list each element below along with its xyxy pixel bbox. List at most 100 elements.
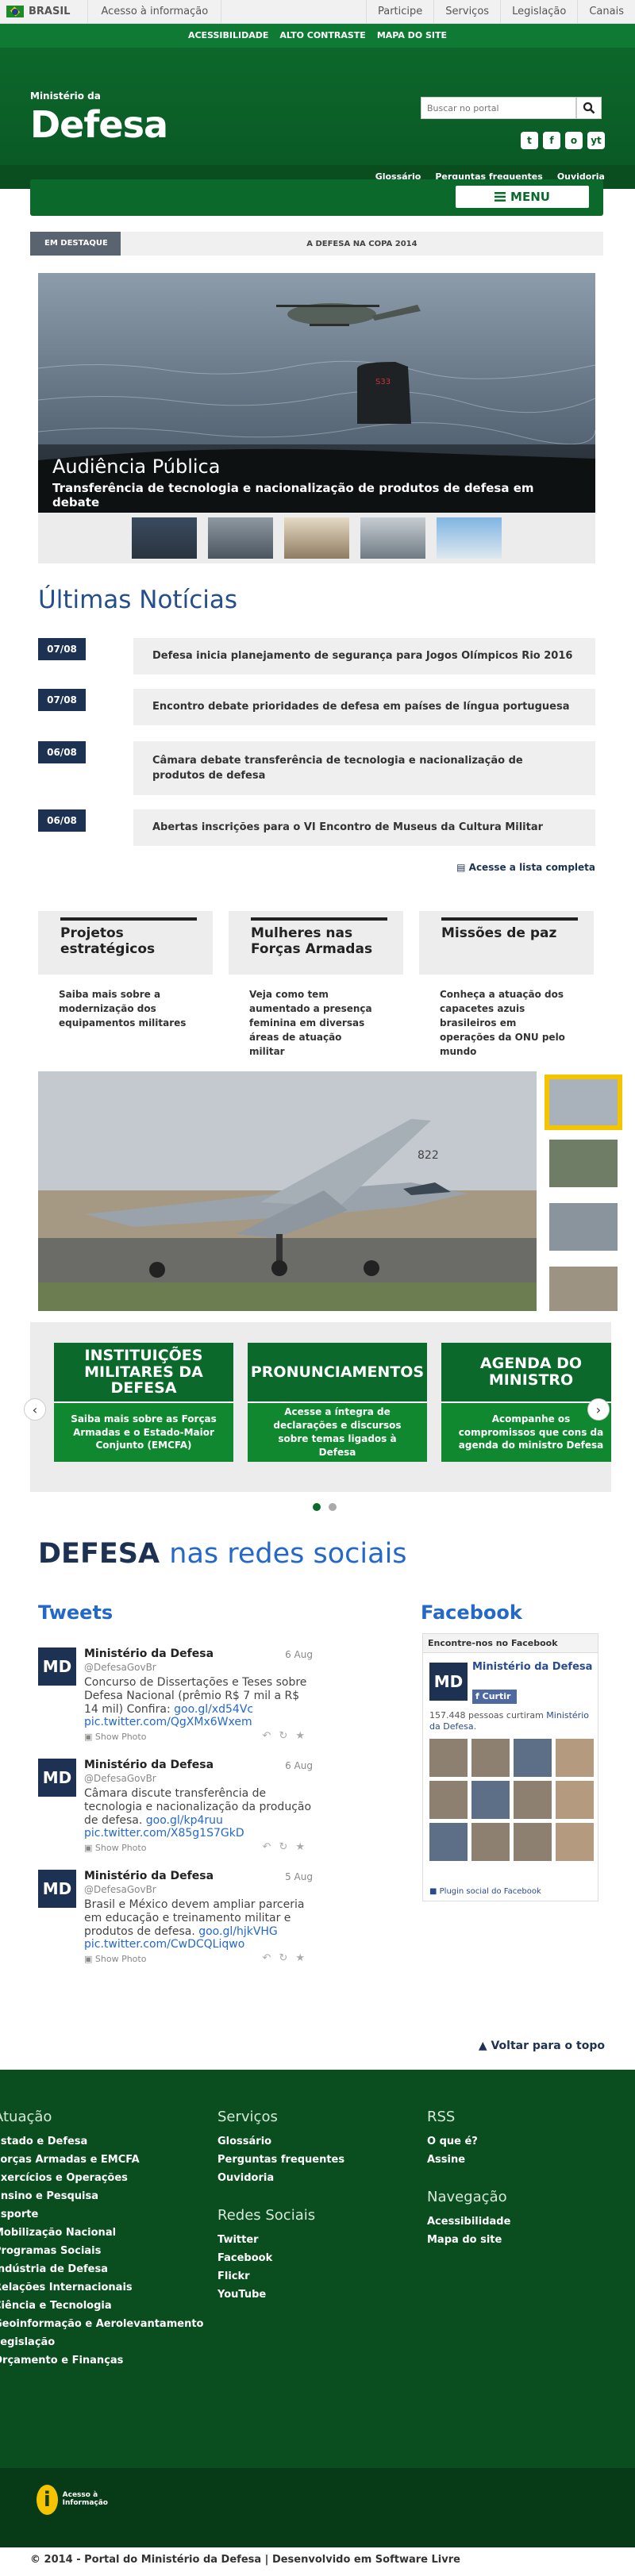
facebook-plugin-link[interactable]: ■ Plugin social do Facebook [429,1887,541,1896]
footer-link[interactable]: Facebook [217,2249,344,2267]
gov-link-participe[interactable]: Participe [365,0,433,24]
slider-thumb[interactable] [437,517,502,559]
youtube-icon[interactable]: yt [587,132,605,149]
footer-link[interactable]: Glossário [217,2132,344,2151]
news-item[interactable]: 07/08 Encontro debate prioridades de def… [38,689,595,725]
gov-link-servicos[interactable]: Serviços [433,0,500,24]
footer-link[interactable]: Exercícios e Operações [0,2169,203,2187]
carousel-dot-active[interactable] [313,1503,321,1511]
footer-link[interactable]: YouTube [217,2286,344,2304]
tweet-author[interactable]: Ministério da Defesa [84,1759,214,1771]
fan-avatar[interactable] [471,1739,510,1777]
tweet-actions-icons[interactable]: ↶↻★ [263,1841,313,1853]
footer-link[interactable]: Relações Internacionais [0,2278,203,2297]
fan-avatar[interactable] [471,1781,510,1819]
gov-access-info-link[interactable]: Acesso à informação [88,6,221,17]
back-to-top-link[interactable]: ▲ Voltar para o topo [479,2040,605,2052]
show-photo-link[interactable]: Show Photo [95,1843,147,1853]
footer-link[interactable]: Perguntas frequentes [217,2151,344,2169]
search-button[interactable] [576,97,602,119]
tweet-author[interactable]: Ministério da Defesa [84,1870,214,1882]
promo-mulheres[interactable]: Mulheres nas Forças Armadas Veja como te… [229,911,403,1057]
footer-link[interactable]: Programas Sociais [0,2242,203,2260]
footer-link[interactable]: Ouvidoria [217,2169,344,2187]
tweet-date[interactable]: 5 Aug [285,1871,313,1882]
twitter-icon[interactable]: t [521,132,538,149]
fan-avatar[interactable] [556,1781,594,1819]
accessibility-link[interactable]: ACESSIBILIDADE [188,24,268,48]
footer-link[interactable]: Assine [427,2151,510,2169]
news-item[interactable]: 06/08 Câmara debate transferência de tec… [38,741,595,795]
tweet-handle[interactable]: @DefesaGovBr [84,1773,156,1784]
tweet-author[interactable]: Ministério da Defesa [84,1647,214,1660]
gov-link-canais[interactable]: Canais [577,0,635,24]
slider-thumb[interactable] [360,517,425,559]
inst-card[interactable]: INSTITUIÇÕES MILITARES DA DEFESA Saiba m… [54,1343,233,1470]
fan-avatar[interactable] [429,1823,468,1861]
search-input[interactable] [421,97,576,119]
promo-missoes[interactable]: Missões de paz Conheça a atuação dos cap… [419,911,594,1057]
access-info-logo[interactable]: i Acesso à Informação [37,2482,108,2517]
tweet[interactable]: MD Ministério da Defesa 5 Aug @DefesaGov… [38,1870,313,1968]
promo-projetos[interactable]: Projetos estratégicos Saiba mais sobre a… [38,911,213,1046]
site-title[interactable]: Defesa [30,103,168,146]
footer-link[interactable]: Mapa do site [427,2231,510,2249]
news-item[interactable]: 07/08 Defesa inicia planejamento de segu… [38,638,595,675]
tweet-handle[interactable]: @DefesaGovBr [84,1884,156,1895]
facebook-heading[interactable]: Facebook [421,1601,522,1624]
tweet-handle[interactable]: @DefesaGovBr [84,1662,156,1673]
facebook-icon[interactable]: f [543,132,560,149]
tweets-heading[interactable]: Tweets [38,1601,113,1624]
fan-avatar[interactable] [429,1739,468,1777]
slider-thumb[interactable] [208,517,273,559]
footer-link[interactable]: Ensino e Pesquisa [0,2187,203,2205]
carousel-next-button[interactable]: › [587,1398,610,1421]
fan-avatar[interactable] [514,1781,552,1819]
footer-link[interactable]: O que é? [427,2132,510,2151]
footer-link[interactable]: Forças Armadas e EMCFA [0,2151,203,2169]
footer-link[interactable]: Esporte [0,2205,203,2224]
footer-link[interactable]: Acessibilidade [427,2213,510,2231]
footer-link[interactable]: Flickr [217,2267,344,2286]
inst-card[interactable]: PRONUNCIAMENTOS Acesse a íntegra de decl… [248,1343,427,1470]
news-title[interactable]: Abertas inscrições para o VI Encontro de… [133,809,595,846]
gallery-thumb[interactable] [549,1140,618,1187]
footer-link[interactable]: Mobilização Nacional [0,2224,203,2242]
slider-thumb[interactable] [132,517,197,559]
menu-button[interactable]: MENU [456,186,589,208]
tweet-actions-icons[interactable]: ↶↻★ [263,1952,313,1964]
highlight-link[interactable]: A DEFESA NA COPA 2014 [121,240,603,248]
footer-link[interactable]: Ciência e Tecnologia [0,2297,203,2315]
sitemap-link[interactable]: MAPA DO SITE [377,24,447,48]
slider-thumb[interactable] [284,517,349,559]
facebook-page-name[interactable]: Ministério da Defesa [472,1661,592,1673]
gallery-main-image[interactable]: 822 [38,1071,537,1311]
news-title[interactable]: Encontro debate prioridades de defesa em… [133,689,595,725]
flickr-icon[interactable]: o [565,132,583,149]
gallery-thumb[interactable] [549,1203,618,1251]
fan-avatar[interactable] [556,1739,594,1777]
gallery-thumb[interactable] [549,1267,618,1311]
footer-link[interactable]: Legislação [0,2333,203,2351]
tweet[interactable]: MD Ministério da Defesa 6 Aug @DefesaGov… [38,1647,313,1746]
gallery-thumb-active[interactable] [545,1075,622,1130]
footer-link[interactable]: Twitter [217,2231,344,2249]
fan-avatar[interactable] [429,1781,468,1819]
fan-avatar[interactable] [514,1823,552,1861]
footer-link[interactable]: Geoinformação e Aerolevantamento [0,2315,203,2333]
footer-link[interactable]: Orçamento e Finanças [0,2351,203,2370]
news-title[interactable]: Câmara debate transferência de tecnologi… [133,741,595,795]
facebook-like-button[interactable]: f Curtir [472,1690,517,1704]
inst-card[interactable]: AGENDA DO MINISTRO Acompanhe os compromi… [441,1343,611,1470]
high-contrast-link[interactable]: ALTO CONTRASTE [279,24,365,48]
fan-avatar[interactable] [514,1739,552,1777]
tweet[interactable]: MD Ministério da Defesa 6 Aug @DefesaGov… [38,1759,313,1857]
gov-brasil-label[interactable]: BRASIL [29,6,70,17]
fan-avatar[interactable] [556,1823,594,1861]
carousel-dot[interactable] [329,1503,337,1511]
tweet-actions-icons[interactable]: ↶↻★ [263,1730,313,1742]
fan-avatar[interactable] [471,1823,510,1861]
show-photo-link[interactable]: Show Photo [95,1732,147,1742]
footer-link[interactable]: Estado e Defesa [0,2132,203,2151]
news-item[interactable]: 06/08 Abertas inscrições para o VI Encon… [38,809,595,846]
